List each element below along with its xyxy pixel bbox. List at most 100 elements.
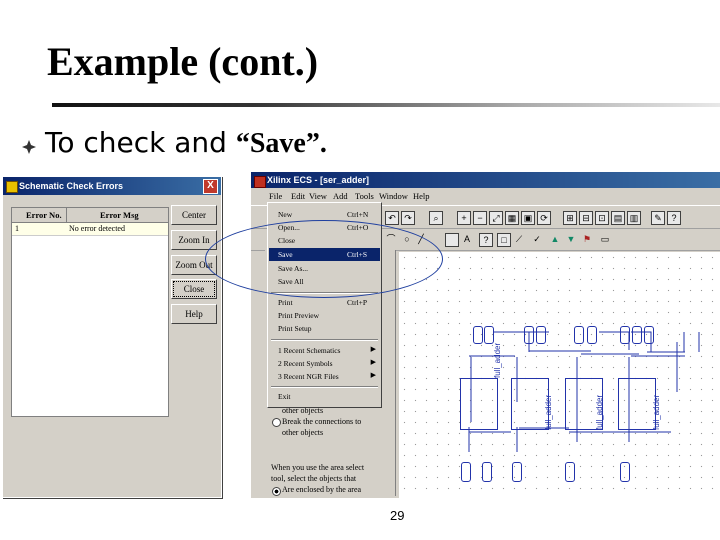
cell-msg: No error detected: [69, 224, 125, 233]
up-icon[interactable]: ▲: [549, 233, 561, 245]
menu-view[interactable]: View: [309, 191, 327, 201]
option-note: When you use the area select: [271, 463, 365, 472]
item-label: 2 Recent Symbols: [278, 359, 333, 368]
menu-item-print-setup[interactable]: Print Setup: [269, 322, 380, 335]
item-label: 3 Recent NGR Files: [278, 372, 339, 381]
item-label: Exit: [278, 392, 291, 401]
table-row[interactable]: 1 No error detected: [12, 223, 168, 236]
menu-item-recent-schematics[interactable]: 1 Recent Schematics ▶: [269, 344, 380, 357]
slide-title: Example (cont.): [47, 39, 319, 84]
option-note: tool, select the objects that: [271, 474, 357, 483]
zoom-out-icon[interactable]: −: [473, 211, 487, 225]
option-label: Are enclosed by the area: [282, 485, 362, 494]
close-icon[interactable]: X: [203, 179, 218, 194]
item-label: Print Preview: [278, 311, 320, 320]
symbol-icon[interactable]: ▤: [611, 211, 625, 225]
hierarchy-icon[interactable]: ⊞: [563, 211, 577, 225]
ecs-title: Xilinx ECS - [ser_adder]: [267, 175, 370, 185]
attribute-icon[interactable]: ?: [479, 233, 493, 247]
expand-icon[interactable]: ▭: [599, 233, 611, 245]
bullet-text: To check and “Save”.: [45, 126, 327, 160]
menu-item-exit[interactable]: Exit: [269, 390, 380, 403]
item-shortcut: Ctrl+N: [347, 210, 369, 219]
io-marker[interactable]: [565, 462, 575, 482]
refresh-icon[interactable]: ⟳: [537, 211, 551, 225]
option-label: Break the connections to: [282, 417, 362, 426]
menu-add[interactable]: Add: [333, 191, 348, 201]
binoculars-icon[interactable]: ⌕: [429, 211, 443, 225]
io-marker[interactable]: [632, 326, 642, 344]
menu-item-print-preview[interactable]: Print Preview: [269, 309, 380, 322]
dialog-title: Schematic Check Errors: [19, 181, 124, 191]
menu-item-recent-ngr[interactable]: 3 Recent NGR Files ▶: [269, 370, 380, 383]
down-icon[interactable]: ▼: [565, 233, 577, 245]
flag-icon[interactable]: ⚑: [581, 233, 593, 245]
col-error-msg[interactable]: Error Msg: [100, 210, 139, 220]
io-marker[interactable]: [620, 462, 630, 482]
io-marker[interactable]: [587, 326, 597, 344]
menu-separator: [271, 386, 378, 388]
page-number: 29: [390, 508, 405, 523]
app-icon: [6, 181, 18, 193]
bullet-emph: “Save”.: [235, 128, 327, 159]
radio-break[interactable]: [272, 418, 281, 427]
tools-icon[interactable]: ✎: [651, 211, 665, 225]
diamond-bullet-icon: [22, 140, 36, 154]
ecs-titlebar[interactable]: Xilinx ECS - [ser_adder]: [251, 172, 720, 188]
io-marker[interactable]: [644, 326, 654, 344]
zoom-fit-icon[interactable]: ▣: [521, 211, 535, 225]
marker-icon[interactable]: □: [497, 233, 511, 247]
full-adder-symbol[interactable]: [511, 378, 549, 430]
ecs-app-icon: [254, 176, 266, 188]
menu-file[interactable]: File: [269, 191, 282, 201]
title-rule: [52, 103, 720, 107]
dialog-titlebar[interactable]: Schematic Check Errors X: [3, 177, 221, 195]
center-button[interactable]: Center: [171, 205, 217, 225]
undo-icon[interactable]: ↶: [385, 211, 399, 225]
radio-enclosed[interactable]: [272, 487, 281, 496]
col-error-no[interactable]: Error No.: [26, 210, 62, 220]
io-marker[interactable]: [484, 326, 494, 344]
zoom-area-icon[interactable]: ▦: [505, 211, 519, 225]
sheet-icon[interactable]: ▥: [627, 211, 641, 225]
text-icon[interactable]: A: [461, 233, 473, 245]
menu-window[interactable]: Window: [379, 191, 408, 201]
push-icon[interactable]: ⊟: [579, 211, 593, 225]
errors-table[interactable]: Error No. Error Msg 1 No error detected: [11, 207, 169, 417]
io-marker[interactable]: [512, 462, 522, 482]
io-marker[interactable]: [482, 462, 492, 482]
redo-icon[interactable]: ↷: [401, 211, 415, 225]
table-header: Error No. Error Msg: [12, 208, 168, 223]
io-marker[interactable]: [620, 326, 630, 344]
menu-tools[interactable]: Tools: [355, 191, 374, 201]
option-label: other objects: [282, 428, 324, 437]
schematic-canvas[interactable]: [399, 252, 720, 498]
submenu-arrow-icon: ▶: [370, 345, 376, 353]
menu-help[interactable]: Help: [413, 191, 430, 201]
check-icon[interactable]: ✓: [531, 233, 543, 245]
io-marker[interactable]: [536, 326, 546, 344]
full-adder-symbol[interactable]: [565, 378, 603, 430]
help-arrow-icon[interactable]: ?: [667, 211, 681, 225]
io-marker[interactable]: [524, 326, 534, 344]
menu-edit[interactable]: Edit: [291, 191, 305, 201]
help-button[interactable]: Help: [171, 304, 217, 324]
pop-icon[interactable]: ⊡: [595, 211, 609, 225]
io-marker[interactable]: [574, 326, 584, 344]
full-adder-symbol[interactable]: [618, 378, 656, 430]
rectangle-icon[interactable]: [445, 233, 459, 247]
close-button[interactable]: Close: [171, 279, 217, 299]
item-label: Print Setup: [278, 324, 312, 333]
menu-item-recent-symbols[interactable]: 2 Recent Symbols ▶: [269, 357, 380, 370]
io-marker[interactable]: [473, 326, 483, 344]
zoom-in-icon[interactable]: +: [457, 211, 471, 225]
zoom-full-icon[interactable]: ⤢: [489, 211, 503, 225]
io-marker[interactable]: [461, 462, 471, 482]
full-adder-symbol[interactable]: [460, 378, 498, 430]
item-label: New: [278, 210, 293, 219]
schematic-drawing: [468, 331, 700, 452]
wire-icon[interactable]: ⟋: [513, 233, 525, 245]
item-label: 1 Recent Schematics: [278, 346, 341, 355]
submenu-arrow-icon: ▶: [370, 371, 376, 379]
cell-no: 1: [15, 224, 19, 233]
